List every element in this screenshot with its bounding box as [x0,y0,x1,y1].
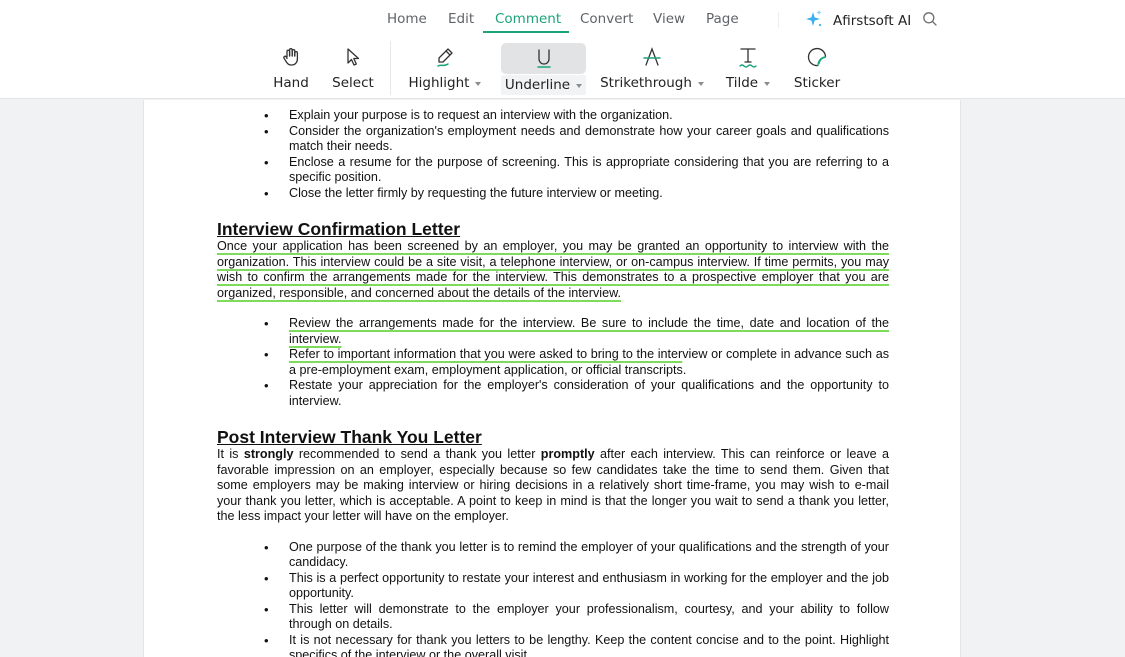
list-item: Review the arrangements made for the int… [217,316,889,347]
list-item: Enclose a resume for the purpose of scre… [217,155,889,186]
underline-label: Underline [500,75,587,95]
list-item: This letter will demonstrate to the empl… [217,602,889,633]
select-label: Select [332,75,374,91]
highlight-label: Highlight [409,73,482,93]
highlighter-pen-icon [408,40,482,73]
toolbar-divider [390,41,391,95]
highlight-tool-button[interactable]: Highlight [408,40,482,96]
intro-bullet-list: Explain your purpose is to request an in… [217,108,889,201]
document-content: Explain your purpose is to request an in… [217,100,889,657]
underline-text: Underline [504,77,571,93]
list-item: Close the letter firmly by requesting th… [217,186,889,202]
menu-tabs: Home Edit Comment Convert View Page Afir… [0,0,1125,40]
document-page[interactable]: Explain your purpose is to request an in… [143,100,961,657]
hand-tool-button[interactable]: Hand [271,40,311,96]
select-tool-button[interactable]: Select [330,40,376,96]
hand-label: Hand [273,75,309,91]
underline-icon [501,43,586,74]
sticker-label: Sticker [793,75,841,91]
strikethrough-tool-button[interactable]: Strikethrough [600,40,704,96]
tab-page[interactable]: Page [706,11,739,27]
underline-annotation[interactable]: Once your application has been screened … [217,239,889,300]
tab-view[interactable]: View [653,11,685,27]
tab-divider [778,12,779,28]
highlight-text: Highlight [408,75,470,91]
paragraph: Once your application has been screened … [217,239,889,301]
highlight-dropdown-caret[interactable] [475,82,482,86]
tab-comment[interactable]: Comment [495,11,561,27]
tilde-text-icon [726,40,770,73]
list-item: Consider the organization's employment n… [217,124,889,155]
tilde-tool-button[interactable]: Tilde [725,40,771,96]
text: It is [217,447,244,461]
list-item: Explain your purpose is to request an in… [217,108,889,124]
cursor-icon [330,40,376,73]
confirmation-bullet-list: Review the arrangements made for the int… [217,316,889,409]
strikethrough-icon [602,40,702,73]
underline-annotation[interactable]: Refer to important information that you … [289,347,682,361]
section-heading: Post Interview Thank You Letter [217,427,482,447]
underline-annotation[interactable]: Review the arrangements made for the int… [289,316,889,346]
tilde-dropdown-caret[interactable] [764,82,771,86]
tilde-text: Tilde [725,75,759,91]
tab-home[interactable]: Home [387,11,427,27]
list-item: Restate your appreciation for the employ… [217,378,889,409]
list-item: It is not necessary for thank you letter… [217,633,889,657]
section-heading: Interview Confirmation Letter [217,219,461,239]
ai-assistant-button[interactable]: Afirstsoft AI [805,9,911,33]
sticker-icon [794,40,840,73]
strikethrough-label: Strikethrough [600,73,704,93]
top-toolbar: Home Edit Comment Convert View Page Afir… [0,0,1125,99]
search-icon[interactable] [922,11,938,32]
hand-icon [271,40,311,73]
bold-text: strongly [243,447,294,461]
list-item: Refer to important information that you … [217,347,889,378]
ai-label: Afirstsoft AI [833,13,912,29]
bold-text: promptly [540,447,595,461]
tilde-label: Tilde [725,73,771,93]
strikethrough-dropdown-caret[interactable] [697,82,704,86]
paragraph: It is strongly recommended to send a tha… [217,447,889,525]
tab-convert[interactable]: Convert [580,11,633,27]
underline-tool-button[interactable]: Underline [500,40,587,96]
sticker-tool-button[interactable]: Sticker [794,40,840,96]
strikethrough-text: Strikethrough [600,75,692,91]
active-tab-indicator [483,31,569,33]
text: recommended to send a thank you letter [293,447,541,461]
sparkle-icon [805,9,824,33]
underline-dropdown-caret[interactable] [576,84,583,88]
list-item: This is a perfect opportunity to restate… [217,571,889,602]
list-item: One purpose of the thank you letter is t… [217,540,889,571]
tab-edit[interactable]: Edit [448,11,474,27]
thank-you-bullet-list: One purpose of the thank you letter is t… [217,540,889,657]
